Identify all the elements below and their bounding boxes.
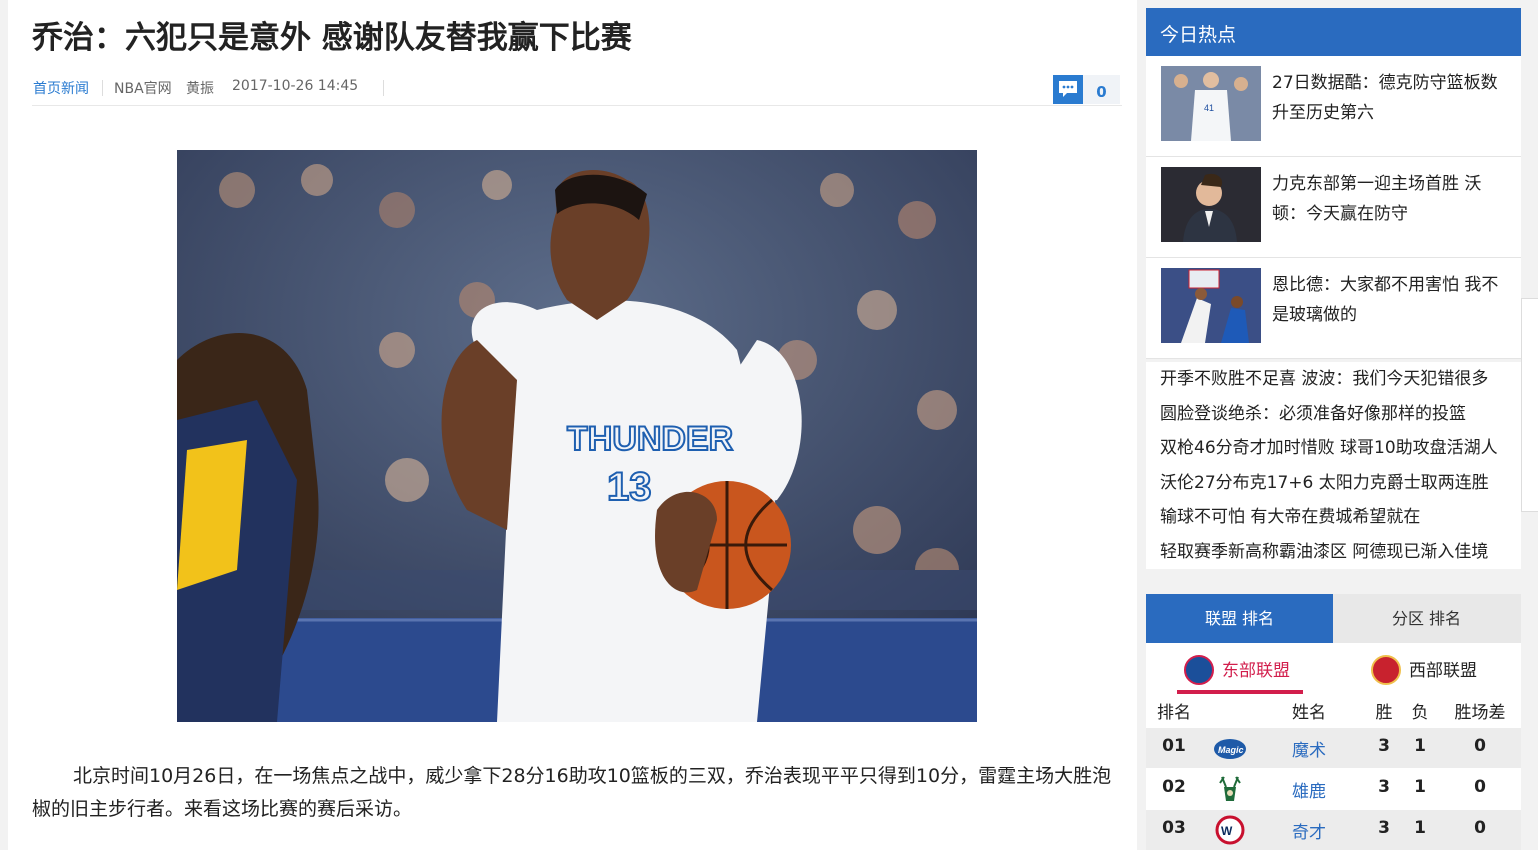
conference-east[interactable]: 东部联盟	[1146, 643, 1333, 695]
row-games-behind: 0	[1474, 736, 1486, 756]
row-team[interactable]: 雄鹿	[1272, 777, 1346, 802]
row-losses: 1	[1414, 736, 1426, 756]
hot-item-thumbnail[interactable]	[1161, 268, 1261, 343]
table-row[interactable]: 03 W 奇才 3 1 0	[1146, 810, 1521, 850]
row-rank: 02	[1162, 777, 1186, 797]
comment-count: 0	[1096, 83, 1107, 101]
table-row[interactable]: 02 雄鹿 3 1 0	[1146, 769, 1521, 809]
col-name: 姓名	[1292, 703, 1326, 723]
col-games-behind: 胜场差	[1454, 703, 1506, 723]
conference-west[interactable]: 西部联盟	[1333, 643, 1520, 695]
table-row[interactable]: 01 Magic 魔术 3 1 0	[1146, 728, 1521, 768]
conference-label: 东部联盟	[1222, 661, 1290, 681]
svg-text:Magic: Magic	[1218, 745, 1244, 755]
row-rank: 03	[1162, 818, 1186, 838]
row-games-behind: 0	[1474, 818, 1486, 838]
meta-divider	[383, 80, 384, 96]
article-body: 北京时间10月26日，在一场焦点之战中，威少拿下28分16助攻10篮板的三双，乔…	[32, 765, 1112, 820]
article-datetime: 2017-10-26 14:45	[232, 78, 359, 94]
article-main: 乔治：六犯只是意外 感谢队友替我赢下比赛 首页新闻 NBA官网 黄振 2017-…	[8, 0, 1137, 850]
col-rank: 排名	[1157, 703, 1191, 723]
hot-link[interactable]: 双枪46分奇才加时惜败 球哥10助攻盘活湖人	[1146, 431, 1521, 466]
hot-link[interactable]: 沃伦27分布克17+6 太阳力克爵士取两连胜	[1146, 466, 1521, 501]
hot-item[interactable]: 41 27日数据酷：德克防守篮板数升至历史第六	[1146, 56, 1521, 157]
article-title: 乔治：六犯只是意外 感谢队友替我赢下比赛	[32, 20, 632, 56]
conference-label: 西部联盟	[1409, 661, 1477, 681]
row-team[interactable]: 魔术	[1272, 736, 1346, 761]
standings-panel: 联盟 排名 分区 排名 东部联盟 西部联盟 排名 姓名 胜 负 胜场差 01 M…	[1146, 594, 1521, 850]
meta-divider	[102, 80, 103, 96]
standings-table-header: 排名 姓名 胜 负 胜场差	[1146, 698, 1521, 728]
hot-item-title[interactable]: 27日数据酷：德克防守篮板数升至历史第六	[1272, 68, 1512, 128]
hot-link[interactable]: 圆脸登谈绝杀：必须准备好像那样的投篮	[1146, 397, 1521, 432]
row-team[interactable]: 奇才	[1272, 818, 1346, 843]
hot-header: 今日热点	[1146, 8, 1521, 56]
hot-link[interactable]: 输球不可怕 有大帝在费城希望就在	[1146, 500, 1521, 535]
hot-item[interactable]: 恩比德：大家都不用害怕 我不是玻璃做的	[1146, 258, 1521, 359]
hot-item-title[interactable]: 恩比德：大家都不用害怕 我不是玻璃做的	[1272, 270, 1512, 330]
jersey-number: 13	[607, 465, 652, 509]
row-wins: 3	[1378, 736, 1390, 756]
tab-division-standings[interactable]: 分区 排名	[1333, 594, 1520, 643]
hot-links-list: 开季不败胜不足喜 波波：我们今天犯错很多 圆脸登谈绝杀：必须准备好像那样的投篮 …	[1146, 362, 1521, 569]
hot-item[interactable]: 力克东部第一迎主场首胜 沃顿：今天赢在防守	[1146, 157, 1521, 258]
row-rank: 01	[1162, 736, 1186, 756]
conference-switch: 东部联盟 西部联盟	[1146, 643, 1521, 695]
row-losses: 1	[1414, 818, 1426, 838]
hot-item-title[interactable]: 力克东部第一迎主场首胜 沃顿：今天赢在防守	[1272, 169, 1512, 229]
eastern-logo-icon	[1184, 655, 1214, 685]
hot-item-thumbnail[interactable]: 41	[1161, 66, 1261, 141]
article-author: 黄振	[186, 81, 214, 97]
hot-link[interactable]: 轻取赛季新高称霸油漆区 阿德现已渐入佳境	[1146, 535, 1521, 570]
row-losses: 1	[1414, 777, 1426, 797]
standings-tabs: 联盟 排名 分区 排名	[1146, 594, 1521, 643]
col-losses: 负	[1411, 703, 1429, 723]
row-games-behind: 0	[1474, 777, 1486, 797]
row-wins: 3	[1378, 777, 1390, 797]
article-photo: THUNDER 13	[177, 150, 977, 722]
article-source: NBA官网	[114, 81, 172, 97]
svg-text:W: W	[1221, 824, 1233, 838]
tab-league-standings[interactable]: 联盟 排名	[1146, 594, 1333, 643]
jersey-text: THUNDER	[567, 420, 733, 458]
comment-button[interactable]: 0	[1053, 75, 1120, 104]
category-link[interactable]: 首页新闻	[33, 78, 89, 98]
hot-item-thumbnail[interactable]	[1161, 167, 1261, 242]
side-scroll-tab[interactable]	[1521, 298, 1538, 512]
bucks-logo-icon	[1219, 776, 1241, 801]
comment-icon	[1053, 75, 1083, 104]
wizards-logo-icon: W	[1215, 815, 1245, 845]
row-wins: 3	[1378, 818, 1390, 838]
active-underline	[1177, 690, 1303, 694]
article-meta: 首页新闻 NBA官网 黄振 2017-10-26 14:45 0	[32, 70, 1122, 106]
magic-logo-icon: Magic	[1214, 739, 1246, 759]
col-wins: 胜	[1375, 703, 1393, 723]
western-logo-icon	[1371, 655, 1401, 685]
hot-link[interactable]: 开季不败胜不足喜 波波：我们今天犯错很多	[1146, 362, 1521, 397]
svg-text:41: 41	[1204, 103, 1214, 113]
